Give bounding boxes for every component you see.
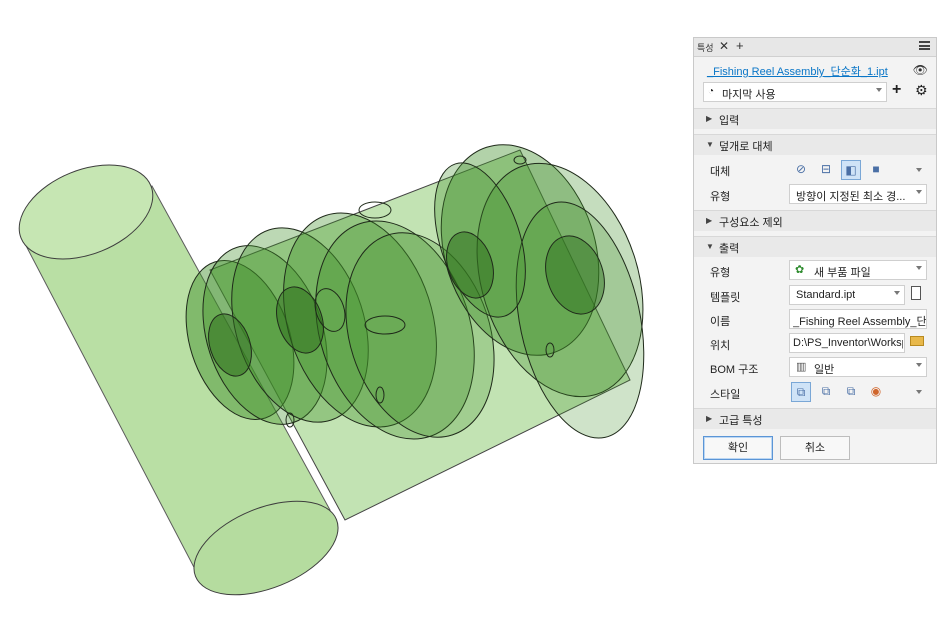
close-icon[interactable]: ✕ [719,39,729,53]
collapse-arrow-icon: ▼ [706,242,714,251]
template-value: Standard.ipt [796,289,856,301]
section-exclude[interactable]: ▶ 구성요소 제외 [694,210,936,231]
chevron-down-icon[interactable] [916,390,922,394]
location-input[interactable]: D:\PS_Inventor\Workspace [789,333,905,353]
section-envelope[interactable]: ▼ 덮개로 대체 [694,134,936,155]
tab-properties[interactable]: 특성 [697,41,714,54]
expand-arrow-icon: ▶ [706,414,713,423]
eye-icon[interactable]: 👁 [913,63,928,77]
add-icon[interactable]: + [892,81,901,99]
none-icon[interactable]: ⊘ [791,160,811,180]
gear-icon[interactable]: ⚙ [915,82,928,99]
chevron-down-icon[interactable] [916,168,922,172]
cube-icon[interactable]: ■ [866,160,886,180]
name-label: 이름 [710,316,731,328]
history-icon: ◔ [708,86,715,97]
expand-arrow-icon: ▶ [706,114,713,123]
template-select[interactable]: Standard.ipt [789,285,905,305]
envelope-type-select[interactable]: 방향이 지정된 최소 경... [789,184,927,204]
chevron-down-icon [916,363,922,367]
collapse-arrow-icon: ▼ [706,140,714,149]
menu-icon[interactable] [919,41,930,50]
bounding-box-icon[interactable]: ⊟ [816,160,836,180]
panel-tabbar: 특성 ✕ + [694,38,936,57]
name-value: _Fishing Reel Assembly_단순화 [793,316,926,328]
output-type-value: 새 부품 파일 [814,267,871,279]
new-part-icon: ✿ [795,264,805,276]
bom-value: 일반 [814,364,835,376]
preset-select[interactable]: ◔ 마지막 사용 [703,82,887,102]
preset-value: 마지막 사용 [722,89,776,101]
reel-disks [185,144,645,440]
bom-icon: ▥ [796,361,807,373]
bom-label: BOM 구조 [710,364,759,376]
section-advanced-label: 고급 특성 [719,415,763,427]
replace-label: 대체 [710,166,731,178]
section-output[interactable]: ▼ 출력 [694,236,936,257]
location-label: 위치 [710,340,731,352]
envelope-type-label: 유형 [710,191,731,203]
model-viewport[interactable] [0,0,690,634]
style-label: 스타일 [710,389,741,401]
section-advanced[interactable]: ▶ 고급 특성 [694,408,936,429]
add-tab-icon[interactable]: + [736,38,744,53]
style-separate-icon[interactable]: ⧉ [841,382,861,402]
property-panel: 특성 ✕ + _Fishing Reel Assembly_단순화_1.ipt … [693,37,937,464]
output-type-select[interactable]: ✿ 새 부품 파일 [789,260,927,280]
section-envelope-label: 덮개로 대체 [719,141,773,153]
bom-select[interactable]: ▥ 일반 [789,357,927,377]
section-output-label: 출력 [719,243,740,255]
name-input[interactable]: _Fishing Reel Assembly_단순화 [789,309,927,329]
folder-icon[interactable] [910,336,924,346]
chevron-down-icon [916,266,922,270]
output-type-label: 유형 [710,267,731,279]
ok-button[interactable]: 확인 [703,436,773,460]
chevron-down-icon [916,190,922,194]
file-icon[interactable] [911,286,921,300]
file-name-link[interactable]: _Fishing Reel Assembly_단순화_1.ipt [707,63,888,79]
oriented-box-icon[interactable]: ◧ [841,160,861,180]
style-solid-icon[interactable]: ⧉ [791,382,811,402]
template-label: 템플릿 [710,292,741,304]
location-value: D:\PS_Inventor\Workspace [793,337,903,349]
chevron-down-icon [876,88,882,92]
section-input[interactable]: ▶ 입력 [694,108,936,129]
assembly-model [18,144,645,596]
expand-arrow-icon: ▶ [706,216,713,225]
chevron-down-icon [894,291,900,295]
section-input-label: 입력 [719,115,740,127]
style-merge-icon[interactable]: ⧉ [816,382,836,402]
section-exclude-label: 구성요소 제외 [719,217,783,229]
cancel-button[interactable]: 취소 [780,436,850,460]
style-color-icon[interactable]: ◉ [866,382,886,402]
envelope-type-value: 방향이 지정된 최소 경... [796,191,906,203]
